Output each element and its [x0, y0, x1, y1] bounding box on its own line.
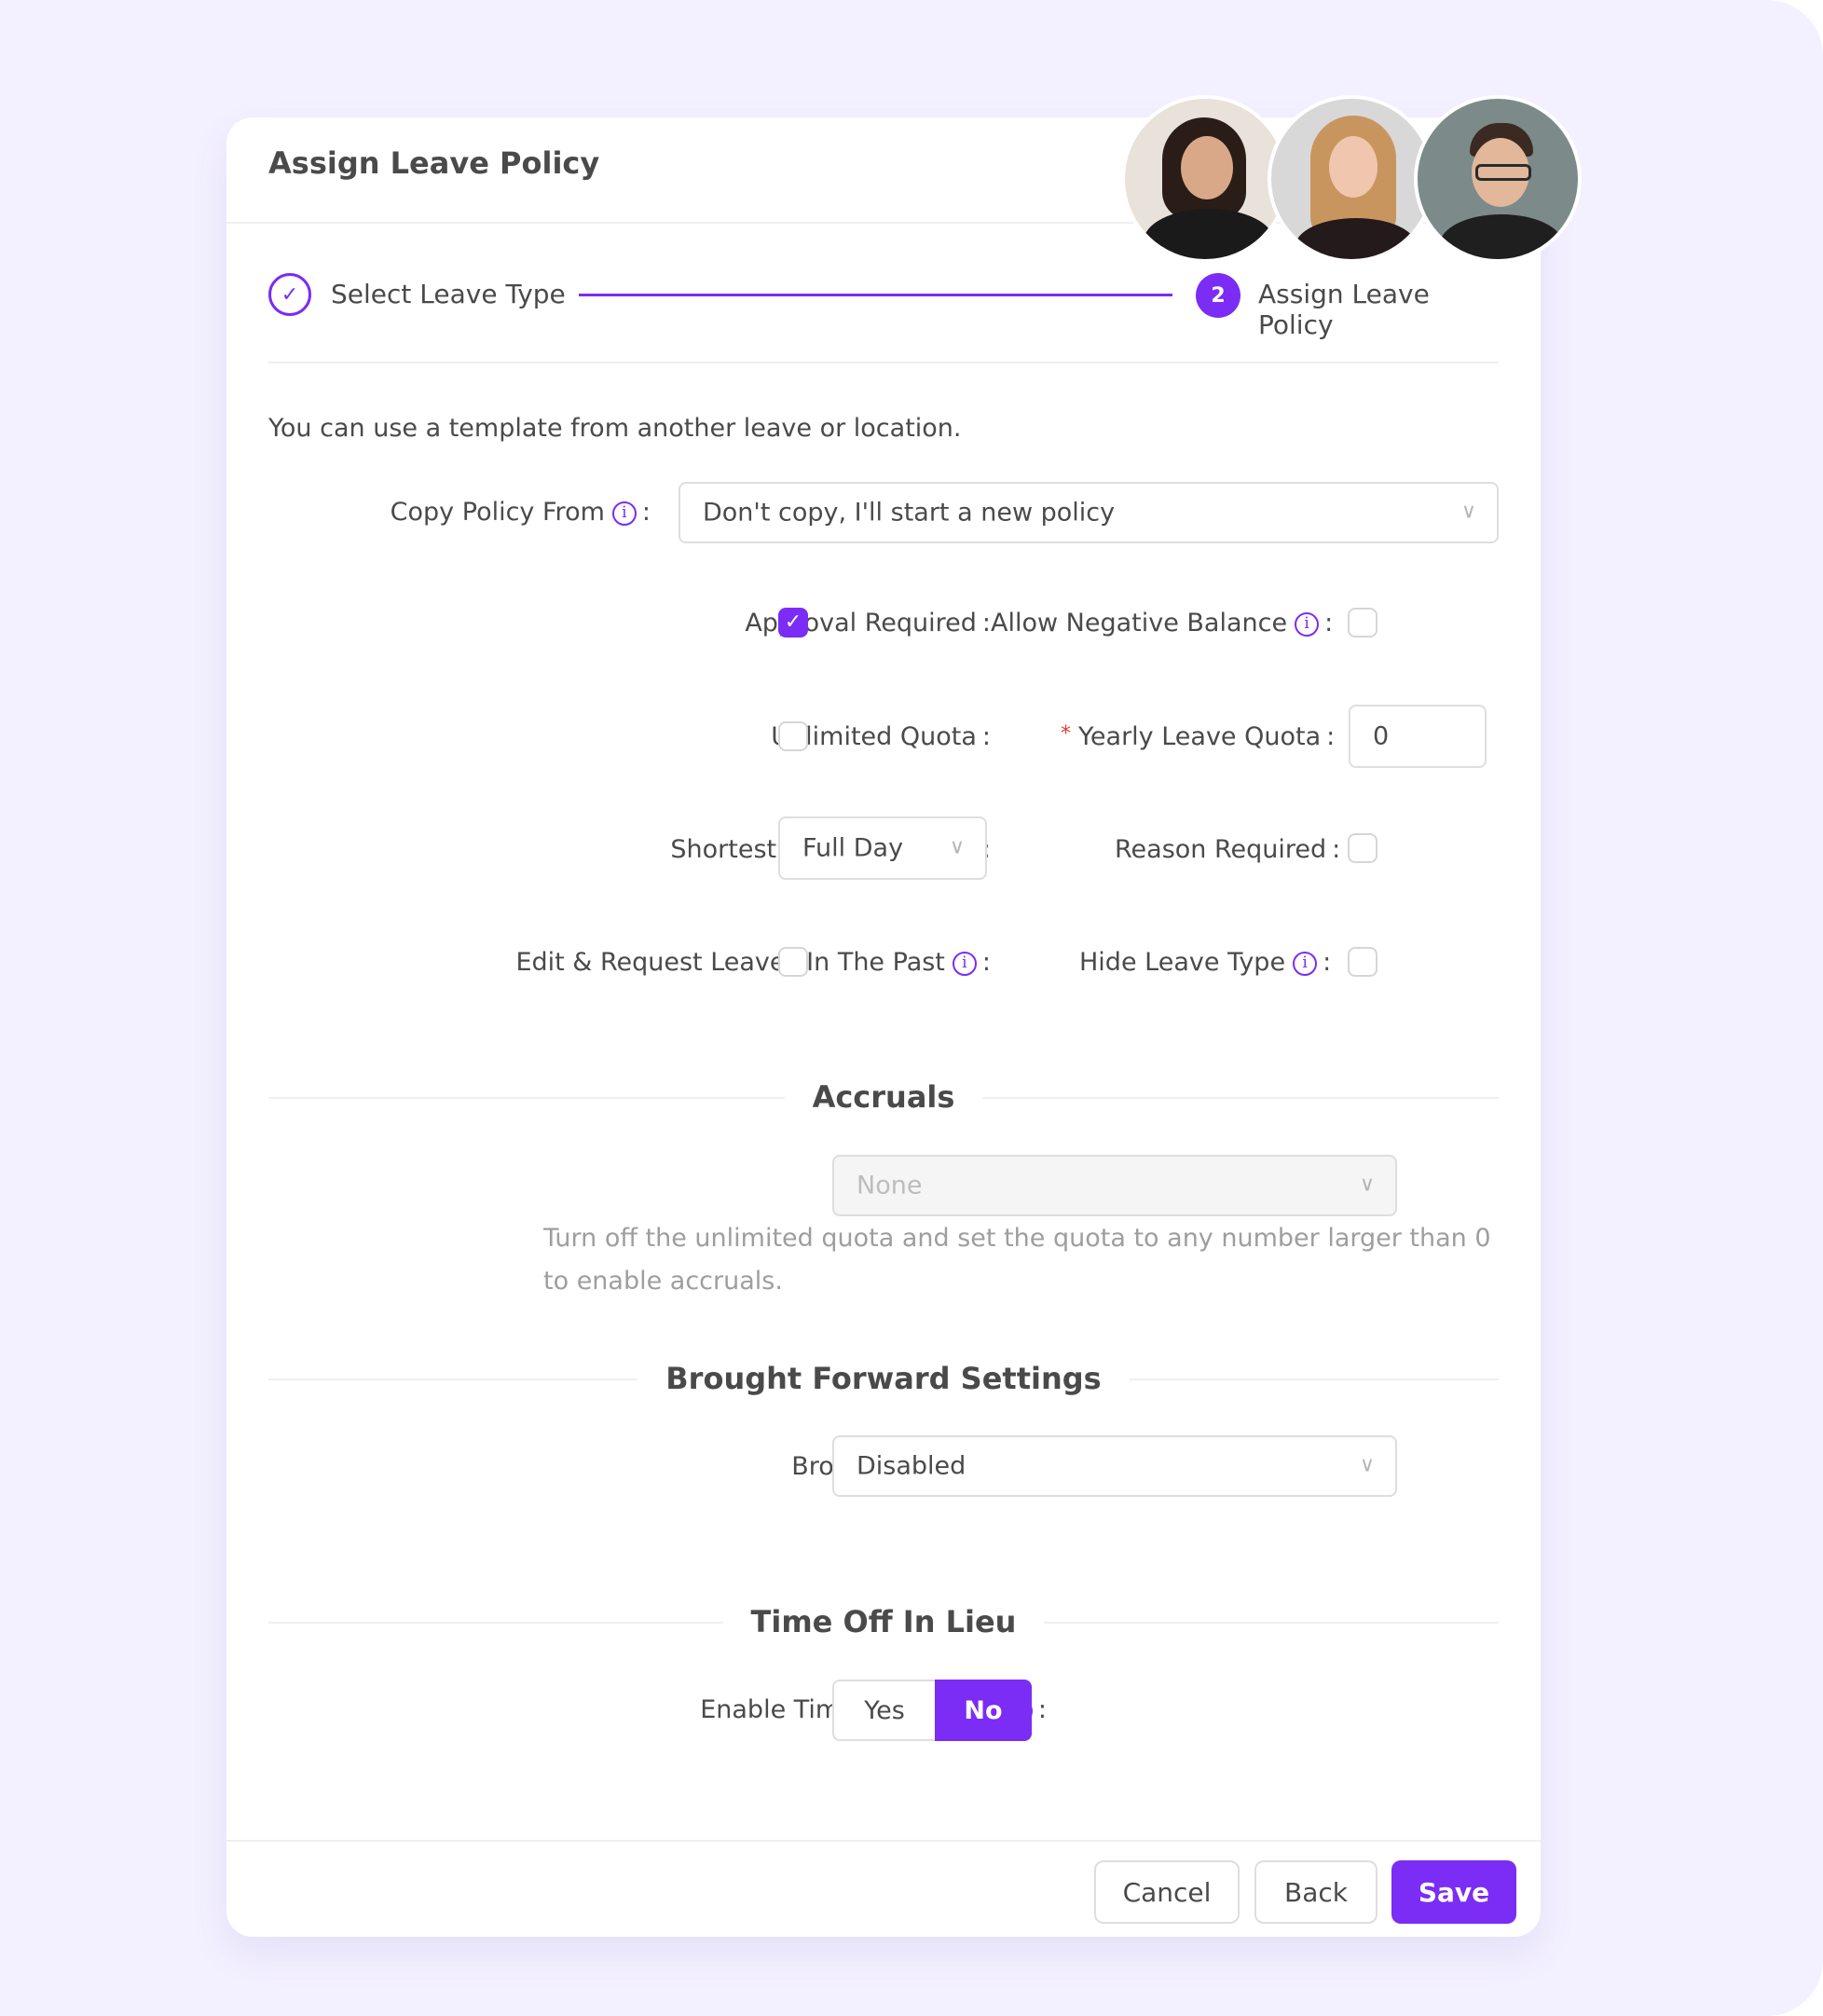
toil-yes-option[interactable]: Yes — [832, 1680, 935, 1741]
chevron-down-icon: ∨ — [1460, 500, 1476, 524]
shortest-leave-duration-value: Full Day — [802, 833, 904, 863]
brought-forward-value: Disabled — [857, 1451, 966, 1481]
allow-negative-balance-label-text: Allow Negative Balance — [991, 609, 1288, 638]
chevron-down-icon: ∨ — [1359, 1453, 1375, 1477]
step-number-badge: 2 — [1196, 273, 1240, 318]
unlimited-quota-checkbox[interactable] — [778, 721, 808, 751]
brought-forward-section-header: Brought Forward Settings — [268, 1361, 1499, 1398]
avatar-woman-blonde — [1268, 95, 1435, 263]
copy-policy-select[interactable]: Don't copy, I'll start a new policy ∨ — [678, 482, 1499, 543]
toil-no-option[interactable]: No — [935, 1680, 1032, 1741]
colon: : — [641, 498, 651, 527]
avatar-man-glasses — [1414, 95, 1582, 263]
info-icon[interactable]: i — [1295, 611, 1320, 637]
accrual-type-value: None — [857, 1171, 923, 1200]
edit-request-past-label-text: Edit & Request Leaves In The Past — [515, 948, 945, 977]
colon: : — [1326, 722, 1336, 751]
toil-section-header: Time Off In Lieu — [268, 1604, 1499, 1641]
reason-required-label-text: Reason Required — [1115, 835, 1327, 864]
info-icon[interactable]: i — [1293, 951, 1318, 976]
allow-negative-balance-label-group: Allow Negative Balance i: — [991, 609, 1333, 638]
approval-required-checkbox[interactable]: ✓ — [778, 608, 808, 638]
reason-required-label: Reason Required: — [1115, 835, 1340, 864]
info-icon[interactable]: i — [952, 951, 977, 976]
info-icon[interactable]: i — [611, 501, 637, 526]
back-button[interactable]: Back — [1254, 1860, 1378, 1924]
hide-leave-type-label: Hide Leave Type i: — [1079, 948, 1331, 977]
edit-request-past-checkbox[interactable] — [778, 947, 808, 977]
accrual-type-select[interactable]: None ∨ — [832, 1155, 1397, 1216]
step-connector — [579, 294, 1172, 296]
hide-leave-type-checkbox[interactable] — [1348, 947, 1378, 977]
modal-footer — [226, 1840, 1541, 1842]
modal-title: Assign Leave Policy — [268, 145, 600, 181]
accrual-help-text: Turn off the unlimited quota and set the… — [543, 1224, 1491, 1296]
hide-leave-type-label-text: Hide Leave Type — [1079, 948, 1286, 977]
check-icon: ✓ — [268, 273, 311, 316]
copy-policy-label: Copy Policy From i: — [391, 498, 651, 527]
yearly-leave-quota-label: * Yearly Leave Quota: — [1061, 722, 1335, 751]
yearly-leave-quota-label-text: Yearly Leave Quota — [1078, 722, 1322, 751]
step-assign-leave-policy: Assign Leave Policy — [1258, 279, 1430, 340]
brought-forward-title: Brought Forward Settings — [637, 1361, 1130, 1396]
reason-required-checkbox[interactable] — [1348, 833, 1378, 863]
intro-text: You can use a template from another leav… — [268, 414, 962, 443]
colon: : — [981, 948, 991, 977]
copy-policy-label-text: Copy Policy From — [390, 498, 605, 527]
colon: : — [981, 722, 991, 751]
colon: : — [981, 609, 991, 638]
allow-negative-balance-checkbox[interactable] — [1348, 608, 1378, 638]
colon: : — [1037, 1695, 1047, 1724]
enable-toil-toggle: Yes No — [832, 1680, 1032, 1741]
colon: : — [1323, 948, 1332, 977]
yearly-leave-quota-input[interactable]: 0 — [1349, 705, 1487, 768]
cancel-button[interactable]: Cancel — [1094, 1860, 1240, 1924]
accruals-title: Accruals — [784, 1079, 983, 1115]
chevron-down-icon: ∨ — [949, 835, 965, 859]
brought-forward-select[interactable]: Disabled ∨ — [832, 1435, 1397, 1497]
assign-leave-policy-modal: Assign Leave Policy ✓ Select Leave Type … — [226, 95, 1582, 1937]
yearly-leave-quota-value: 0 — [1373, 721, 1390, 751]
divider — [268, 362, 1499, 363]
avatar-woman-dark-hair — [1121, 95, 1289, 263]
step-select-leave-type[interactable]: Select Leave Type — [331, 279, 566, 309]
stepper: ✓ Select Leave Type 2 Assign Leave Polic… — [268, 271, 1499, 340]
shortest-leave-duration-select[interactable]: Full Day ∨ — [778, 816, 987, 880]
copy-policy-value: Don't copy, I'll start a new policy — [703, 498, 1116, 528]
required-asterisk: * — [1061, 722, 1071, 746]
colon: : — [1332, 835, 1341, 864]
chevron-down-icon: ∨ — [1359, 1173, 1375, 1197]
edit-request-past-label: Edit & Request Leaves In The Past i: — [515, 948, 991, 977]
colon: : — [1324, 609, 1334, 638]
save-button[interactable]: Save — [1391, 1860, 1516, 1924]
accruals-section-header: Accruals — [268, 1079, 1499, 1117]
toil-title: Time Off In Lieu — [722, 1604, 1045, 1639]
